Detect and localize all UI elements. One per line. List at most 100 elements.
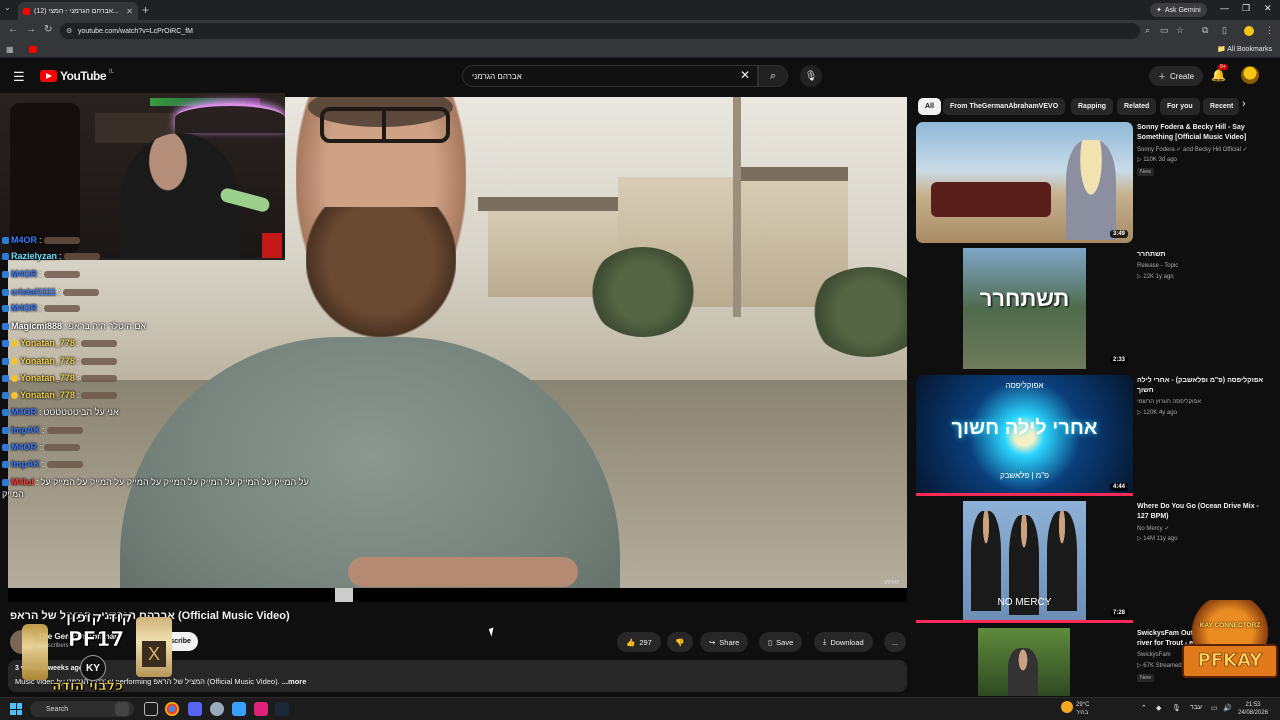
tray-app-icon[interactable]: ◆ [1156, 704, 1161, 712]
rec-title[interactable]: Where Do You Go (Ocean Drive Mix - 127 B… [1137, 502, 1269, 522]
chat-badge-icon [2, 236, 9, 244]
tray-chevron-icon[interactable]: ⌃ [1141, 704, 1147, 712]
chat-username: M4OR [11, 303, 38, 313]
maximize-icon[interactable]: ❐ [1242, 3, 1250, 14]
filter-chip[interactable]: Related [1117, 98, 1157, 115]
chips-next-chevron-icon[interactable]: › [1242, 98, 1246, 110]
chrome-taskbar-icon[interactable] [165, 702, 179, 716]
filter-chip[interactable]: From TheGermanAbrahamVEVO [943, 98, 1066, 115]
video-progress-bar[interactable] [8, 588, 907, 602]
back-icon[interactable]: ← [8, 24, 18, 35]
youtube-bookmark-icon[interactable] [29, 46, 37, 53]
like-button[interactable]: 👍 297 [617, 632, 661, 652]
tray-mic-icon[interactable]: 🎙 [1172, 704, 1181, 712]
tab-close-icon[interactable]: ✕ [126, 7, 133, 16]
taskbar-clock[interactable]: 21:53 24/08/2026 [1238, 701, 1268, 717]
new-tab-icon[interactable]: + [142, 3, 149, 17]
chrome-menu-icon[interactable]: ⋮ [1265, 25, 1274, 36]
profile-avatar[interactable] [1244, 26, 1254, 36]
filter-chip[interactable]: Rapping [1071, 98, 1113, 115]
apps-grid-icon[interactable]: ▦ [6, 45, 14, 54]
rec-channel[interactable]: Sonny Fodera ✓ and Becky Hill Official ✓ [1137, 146, 1248, 153]
video-scene-roof [738, 167, 848, 181]
extensions-icon[interactable]: ⧉ [1202, 25, 1208, 36]
minimize-icon[interactable]: — [1220, 3, 1229, 13]
rec-thumbnail[interactable]: תשתחרר 2:33 [916, 248, 1133, 369]
rec-thumbnail[interactable]: 3:49 [916, 122, 1133, 243]
tab-search-icon[interactable]: ⌄ [4, 3, 11, 12]
progress-scrubber[interactable] [335, 588, 353, 602]
search-button[interactable]: ⌕ [758, 65, 788, 87]
url-text: youtube.com/watch?v=LcPrOiRC_fM [78, 27, 193, 35]
taskbar-widget-icon[interactable] [115, 702, 129, 716]
chat-message: Yonatan_778: [2, 390, 118, 400]
ask-gemini-button[interactable]: ✦ Ask Gemini [1150, 3, 1207, 17]
cast-icon[interactable]: ▭ [1160, 25, 1169, 36]
show-more-link[interactable]: ...more [282, 677, 307, 686]
bookmark-star-icon[interactable]: ☆ [1176, 25, 1184, 36]
clock-time: 21:53 [1245, 702, 1261, 708]
rec-thumbnail[interactable]: אפוקליפסה אחרי לילה חשוך פ"מ | פלאשבק 4:… [916, 375, 1133, 496]
chat-username: M4OR [11, 235, 38, 245]
chat-username: M4OR [11, 269, 38, 279]
steam-taskbar-icon[interactable] [275, 702, 289, 716]
chat-separator: : [39, 269, 42, 279]
filter-chip[interactable]: All [918, 98, 941, 115]
chat-message-text [62, 288, 99, 296]
rec-meta: ▷ 67K Streamed [1137, 663, 1182, 669]
sidebar-icon[interactable]: ▯ [1222, 25, 1227, 36]
url-bar[interactable]: ⚙ youtube.com/watch?v=LcPrOiRC_fM [60, 23, 1140, 39]
rec-title[interactable]: אפוקליפסה (פ"מ ופלאשבק) - אחרי לילה חשוך [1137, 376, 1269, 396]
app3-taskbar-icon[interactable] [254, 702, 268, 716]
youtube-logo[interactable]: YouTube IL [40, 69, 114, 83]
filter-chip[interactable]: For you [1160, 98, 1200, 115]
taskbar-weather[interactable]: 29°C בהיר [1076, 701, 1089, 717]
app2-taskbar-icon[interactable] [232, 702, 246, 716]
close-window-icon[interactable]: ✕ [1264, 3, 1272, 14]
rec-channel[interactable]: No Mercy ✓ [1137, 525, 1169, 532]
save-button[interactable]: ▯ Save [759, 632, 803, 652]
discord-taskbar-icon[interactable] [188, 702, 202, 716]
chat-username: Yonatan_778 [20, 356, 75, 366]
rec-title[interactable]: Sonny Fodera & Becky Hill - Say Somethin… [1137, 123, 1269, 143]
more-actions-button[interactable]: ... [884, 632, 906, 652]
forward-icon[interactable]: → [26, 24, 36, 35]
browser-tab[interactable]: (12) אברהם הגרמני - המצי... ✕ [18, 2, 138, 20]
notifications-bell-icon[interactable]: 🔔 9+ [1211, 64, 1228, 82]
share-button[interactable]: ↪ Share [700, 632, 749, 652]
rec-channel[interactable]: אפוקליפסה הערוץ הרשמי [1137, 399, 1201, 405]
clear-search-icon[interactable]: ✕ [740, 68, 750, 82]
zoom-icon[interactable]: ⌕ [1145, 25, 1150, 36]
volume-icon[interactable]: 🔊 [1223, 704, 1232, 712]
chat-sub-badge-icon [11, 374, 18, 382]
rec-title[interactable]: תשתחרר [1137, 250, 1269, 260]
site-info-icon[interactable]: ⚙ [66, 27, 72, 35]
create-button[interactable]: ＋ Create [1149, 66, 1204, 86]
thumb-bottom-text: פ"מ | פלאשבק [1000, 471, 1049, 480]
voice-search-button[interactable]: 🎙 [800, 65, 822, 87]
rec-thumbnail[interactable]: NO MERCY 7:28 [916, 501, 1133, 622]
task-view-icon[interactable] [144, 702, 158, 716]
network-icon[interactable]: ▭ [1211, 704, 1218, 712]
perfume-bottle-left [22, 624, 48, 680]
reload-icon[interactable]: ↻ [44, 24, 52, 35]
download-button[interactable]: ⤓ Download [814, 632, 873, 652]
rec-thumbnail[interactable] [916, 628, 1133, 696]
windows-start-icon[interactable] [10, 703, 22, 715]
notification-badge: 9+ [1218, 64, 1228, 70]
all-bookmarks[interactable]: 📁 All Bookmarks [1217, 45, 1272, 53]
keyboard-language[interactable]: עבר [1190, 704, 1202, 711]
filter-chip[interactable]: Recent [1203, 98, 1239, 115]
rec-channel[interactable]: SwickysFam [1137, 652, 1171, 658]
search-input[interactable]: אברהם הגרמני [462, 65, 758, 87]
rec-channel[interactable]: Release - Topic [1137, 263, 1178, 269]
weather-sun-icon [1061, 701, 1073, 713]
chat-separator: : [39, 235, 42, 245]
hamburger-menu-icon[interactable]: ☰ [13, 69, 25, 85]
dislike-button[interactable]: 👎 [667, 632, 693, 652]
chat-message: Yonatan_778: [2, 373, 118, 383]
chat-separator: : [64, 321, 67, 331]
chat-message-wrap: המייק [2, 489, 24, 499]
app-taskbar-icon[interactable] [210, 702, 224, 716]
account-avatar[interactable] [1241, 66, 1259, 84]
